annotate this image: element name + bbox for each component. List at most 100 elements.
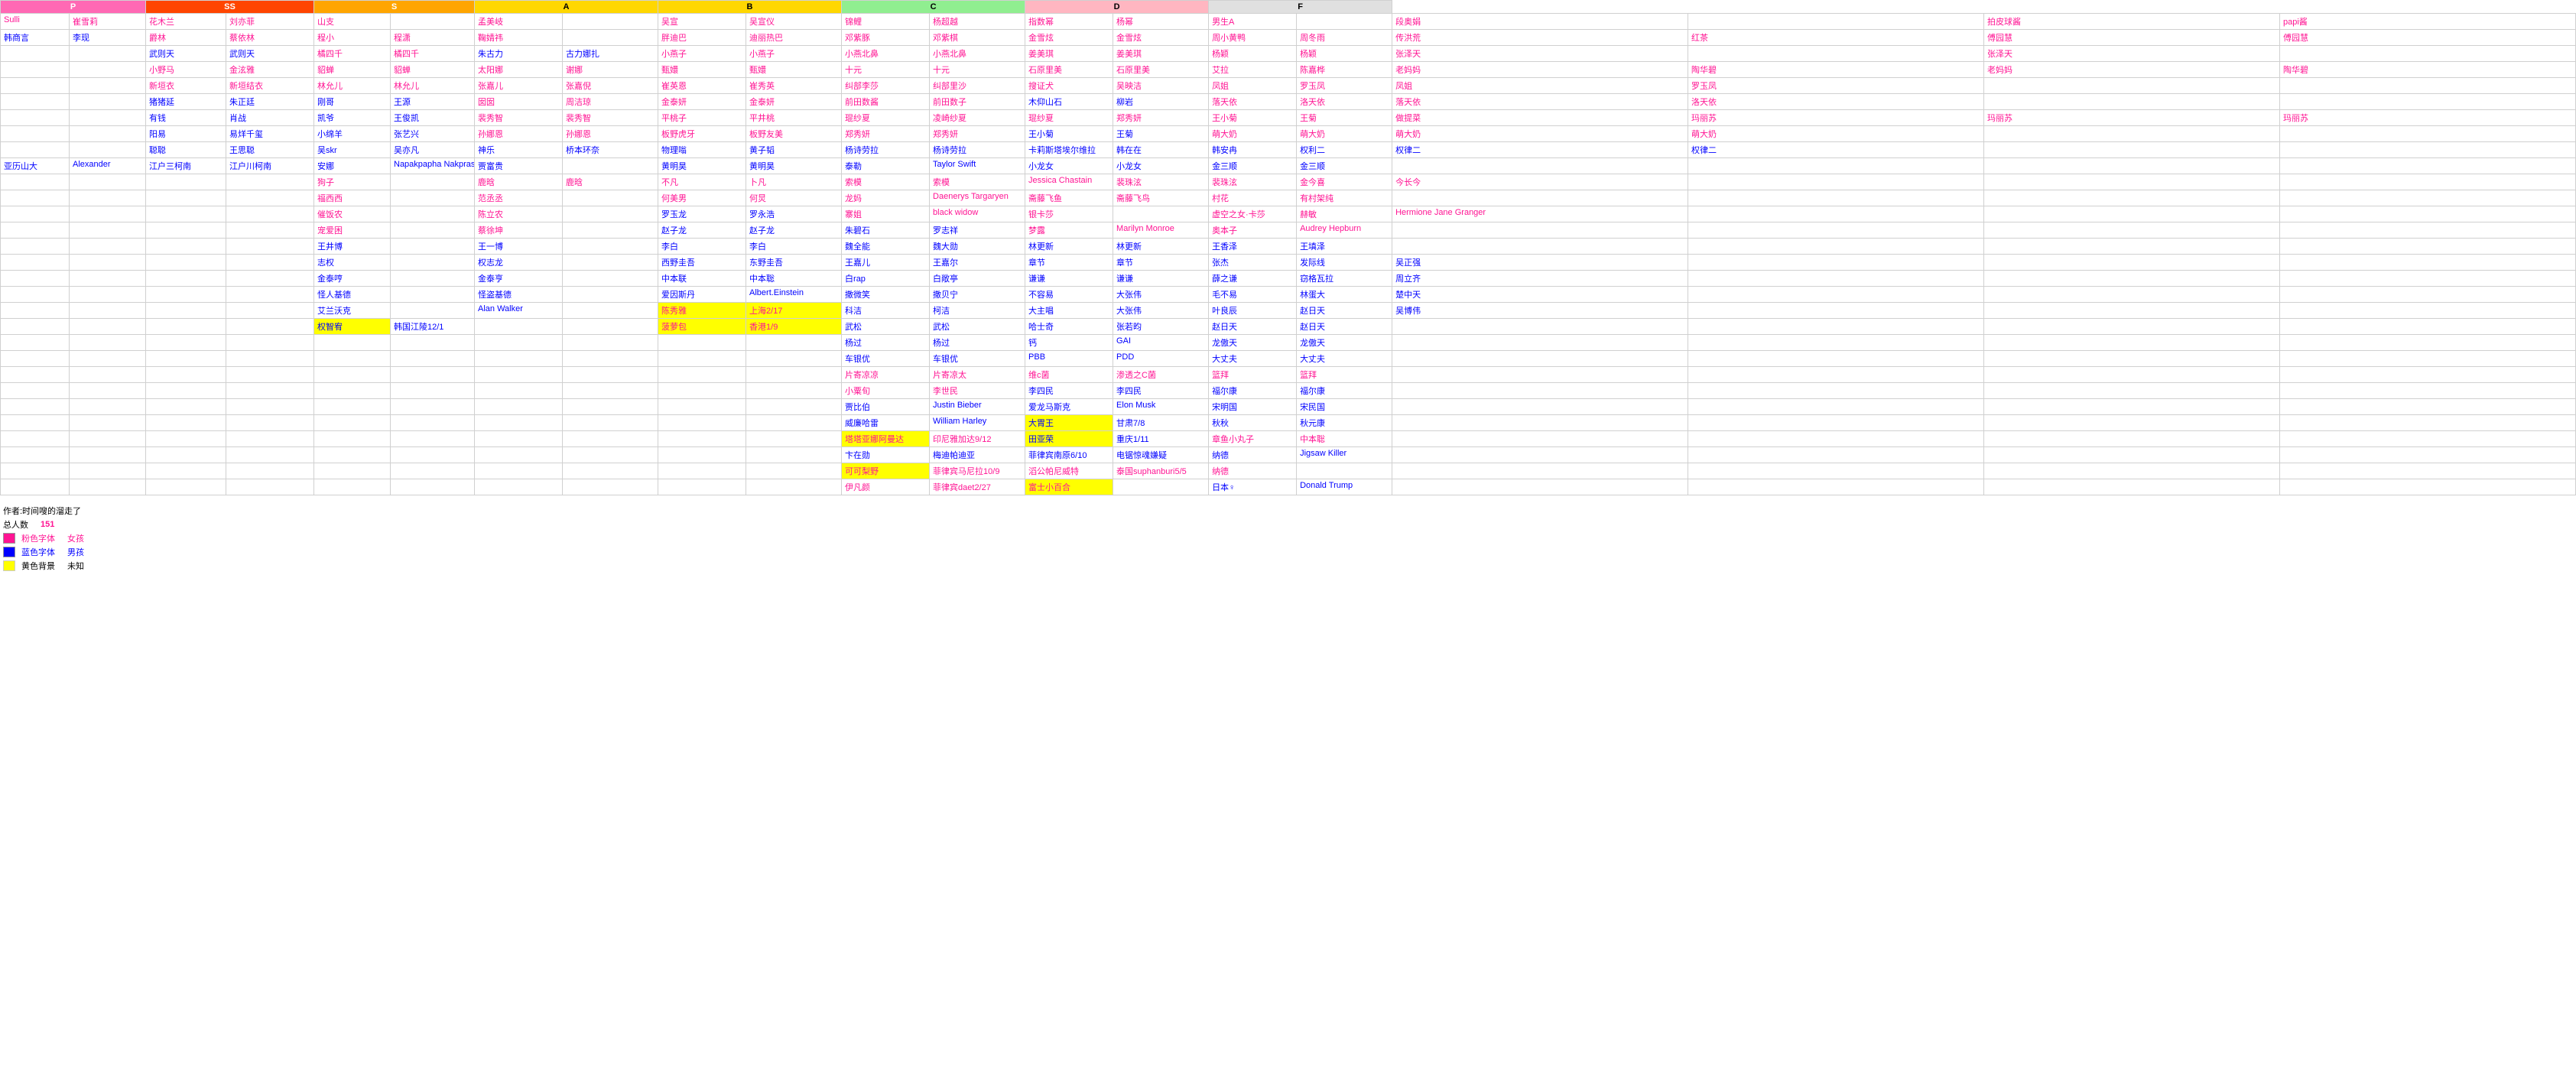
cell: 大主唱: [1025, 303, 1113, 319]
cell: 怪人基德: [314, 287, 391, 303]
cell: 凤姐: [1209, 78, 1297, 94]
cell: [475, 399, 563, 415]
cell: 菠萝包: [658, 319, 746, 335]
cell: 石原里美: [1025, 62, 1113, 78]
cell: 武松: [842, 319, 930, 335]
cell: 吴宣: [658, 14, 746, 30]
table-row: 杨过 杨过 钙 GAI 龙傲天 龙傲天: [1, 335, 2576, 351]
cell: [1688, 158, 1984, 174]
blue-meaning: 男孩: [67, 546, 84, 558]
cell: 范丞丞: [475, 190, 563, 206]
yellow-label: 黄色背景: [21, 560, 55, 572]
cell: [2279, 447, 2575, 463]
table-row: 可可梨野 菲律宾马尼拉10/9 滔公帕尼威特 泰国suphanburi5/5 纳…: [1, 463, 2576, 479]
cell: [1984, 399, 2280, 415]
cell: [1, 431, 70, 447]
header-a: A: [475, 1, 658, 14]
cell: 杨过: [930, 335, 1025, 351]
cell: 邓紫棋: [930, 30, 1025, 46]
cell: [2279, 351, 2575, 367]
cell: [1984, 463, 2280, 479]
pink-legend-box: [3, 533, 15, 544]
cell: [1, 399, 70, 415]
cell: 金泰妍: [746, 94, 842, 110]
table-row: 聪聪 王思聪 吴skr 吴亦凡 神乐 桥本环奈 物理嗡 黄子韬 杨诗劳拉 杨诗劳…: [1, 142, 2576, 158]
cell: 杨诗劳拉: [842, 142, 930, 158]
cell: Marilyn Monroe: [1113, 222, 1209, 239]
cell: 男生A: [1209, 14, 1297, 30]
cell: 阳易: [146, 126, 226, 142]
cell: [226, 383, 314, 399]
cell: 杨过: [842, 335, 930, 351]
cell: 邓紫豚: [842, 30, 930, 46]
cell: [391, 287, 475, 303]
cell: 不凡: [658, 174, 746, 190]
cell: 程潇: [391, 30, 475, 46]
cell: [746, 351, 842, 367]
pink-label: 粉色字体: [21, 532, 55, 544]
cell: [314, 399, 391, 415]
cell: 志权: [314, 255, 391, 271]
cell: 中本聡: [746, 271, 842, 287]
table-row: 狗子 鹿晗 鹿晗 不凡 卜凡 索模 索模 Jessica Chastain 裴珠…: [1, 174, 2576, 190]
cell: 龙傲天: [1297, 335, 1392, 351]
table-body: Sulli 崔雪莉 花木兰 刘亦菲 山支 孟美岐 吴宣 吴宣仪 锦鲤 杨超越 指…: [1, 14, 2576, 495]
cell: 寨姐: [842, 206, 930, 222]
cell: 金泫雅: [226, 62, 314, 78]
cell: [1, 479, 70, 495]
cell: 凯爷: [314, 110, 391, 126]
cell: 章节: [1025, 255, 1113, 271]
cell: 韩商言: [1, 30, 70, 46]
cell: 凤姐: [1392, 78, 1688, 94]
cell: 十元: [930, 62, 1025, 78]
cell: 孟美岐: [475, 14, 563, 30]
cell: 拍皮球酱: [1984, 14, 2280, 30]
cell: [226, 271, 314, 287]
cell: [1984, 415, 2280, 431]
cell: [70, 367, 146, 383]
cell: 张泽天: [1984, 46, 2280, 62]
cell: [1984, 319, 2280, 335]
header-b: B: [658, 1, 842, 14]
cell: [1688, 255, 1984, 271]
cell: [1, 447, 70, 463]
cell: 篮拜: [1297, 367, 1392, 383]
cell: [70, 415, 146, 431]
cell: [1688, 319, 1984, 335]
cell: 吴亦凡: [391, 142, 475, 158]
cell: 权志龙: [475, 255, 563, 271]
cell: 中本聡: [1297, 431, 1392, 447]
cell: 撒微笑: [842, 287, 930, 303]
cell: [1392, 239, 1688, 255]
table-row: 志权 权志龙 西野圭吾 东野圭吾 王嘉儿 王嘉尔 章节 章节 张杰 发际线 吴正…: [1, 255, 2576, 271]
cell: 罗志祥: [930, 222, 1025, 239]
cell: [658, 351, 746, 367]
cell: 李四民: [1113, 383, 1209, 399]
cell: [1984, 447, 2280, 463]
cell: [226, 174, 314, 190]
cell: 田亚荣: [1025, 431, 1113, 447]
cell: [1688, 351, 1984, 367]
cell: 有钱: [146, 110, 226, 126]
cell: 龙妈: [842, 190, 930, 206]
cell: [2279, 255, 2575, 271]
cell: 黄子韬: [746, 142, 842, 158]
cell: [1984, 479, 2280, 495]
cell: [746, 447, 842, 463]
cell: [475, 367, 563, 383]
cell: [226, 399, 314, 415]
cell: 小燕子: [746, 46, 842, 62]
cell: [146, 415, 226, 431]
cell: 小龙女: [1025, 158, 1113, 174]
cell: [2279, 383, 2575, 399]
cell: 撒贝宁: [930, 287, 1025, 303]
cell: 玛丽苏: [2279, 110, 2575, 126]
cell: 杨颖: [1297, 46, 1392, 62]
cell: 东野圭吾: [746, 255, 842, 271]
cell: [314, 335, 391, 351]
cell: [70, 110, 146, 126]
cell: [2279, 142, 2575, 158]
cell: 章节: [1113, 255, 1209, 271]
cell: [226, 255, 314, 271]
cell: [391, 174, 475, 190]
